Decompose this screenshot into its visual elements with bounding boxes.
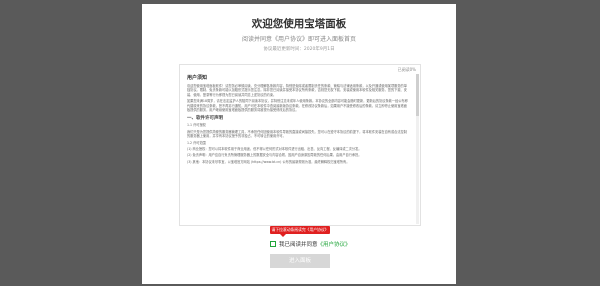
modal-subtitle: 阅读并同意《用户协议》即可进入面板首页 [241, 36, 356, 43]
section-paragraph: 1.1 许可授权 [187, 123, 206, 128]
agree-checkbox[interactable] [270, 241, 276, 247]
scroll-tooltip: 请下拉滚动条阅读完《用户协议》 [270, 226, 330, 237]
document-scrollbar[interactable] [416, 74, 419, 224]
agreement-modal: 欢迎您使用宝塔面板 阅读并同意《用户协议》即可进入面板首页 协议最近更新时间：2… [142, 4, 456, 284]
read-progress: 已阅读0% [397, 67, 416, 72]
section-paragraph: 我们只是为您提供简便的服务器管理工具，不承担任何因使用本软件导致的直接或间接损失… [187, 129, 407, 139]
scroll-thumb[interactable] [416, 74, 419, 116]
agree-label[interactable]: 我已阅读并同意《用户协议》 [279, 240, 351, 248]
user-agreement-link[interactable]: 《用户协议》 [318, 242, 351, 248]
section-paragraph: 1.2 许可范围 [187, 140, 206, 145]
document-heading: 用户须知 [187, 75, 208, 81]
modal-title: 欢迎您使用宝塔面板 [251, 18, 347, 30]
document-paragraph: 如果您未满18周岁，请在法定监护人的陪同下阅读本协议，并特别注意未成年人使用条款… [187, 99, 408, 113]
document-paragraph: 欢迎您使用宝塔面板软件！请您务必审慎阅读、充分理解各条款内容，特别是免除或者限制… [187, 84, 407, 97]
update-date: 协议最近更新时间：2020年9月1日 [263, 47, 335, 52]
agree-row[interactable]: 我已阅读并同意《用户协议》 [270, 240, 351, 248]
section-paragraph: (2) 免责声明：用户应自行负责所管理服务器上的数据安全与内容合规，因用户自身原… [187, 153, 362, 158]
enter-panel-button[interactable]: 进入面板 [270, 254, 330, 268]
section-paragraph: (1) 商业授权：您可以将本软件用于商业用途，但不得以任何形式对本软件进行出租、… [187, 147, 362, 152]
agreement-document[interactable]: 已阅读0% 用户须知 欢迎您使用宝塔面板软件！请您务必审慎阅读、充分理解各条款内… [179, 64, 421, 226]
agree-prefix: 我已阅读并同意 [279, 242, 318, 248]
section-title: 一、软件许可声明 [187, 116, 223, 122]
section-paragraph: (3) 其他：本协议未尽事宜，以宝塔官方网站 (https://www.bt.c… [187, 159, 350, 164]
document-content: 用户须知 欢迎您使用宝塔面板软件！请您务必审慎阅读、充分理解各条款内容，特别是免… [187, 74, 409, 166]
